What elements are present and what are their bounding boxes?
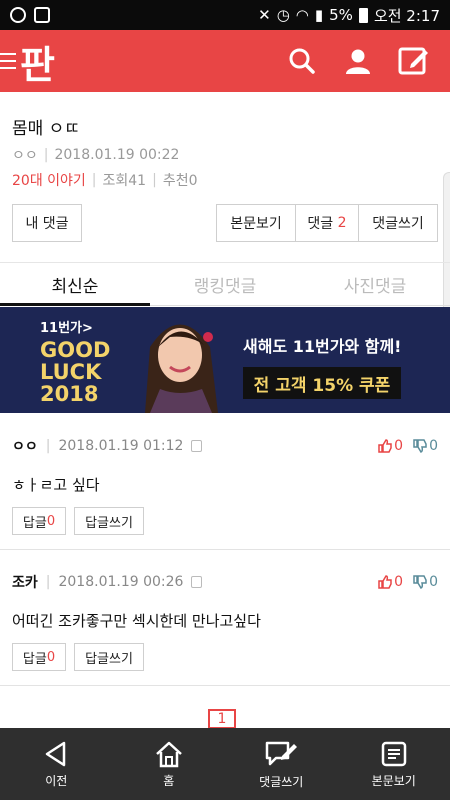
clock: 오전 2:17 <box>373 6 440 25</box>
comment-date: 2018.01.19 01:12 <box>58 438 184 454</box>
thumbs-up-icon <box>378 575 392 589</box>
comment-item: ㅇㅇ | 2018.01.19 01:12 0 0 ㅎㅏㄹ고 싶다 답글 0 답글… <box>0 414 450 550</box>
downvote-count: 0 <box>429 438 438 454</box>
wifi-icon: ◠ <box>295 6 309 24</box>
nav-back[interactable]: 이전 <box>0 728 113 800</box>
document-icon <box>381 741 406 766</box>
battery-icon <box>358 7 368 23</box>
profile-button[interactable] <box>330 30 386 92</box>
post-date: 2018.01.19 00:22 <box>54 147 180 163</box>
comment-text: ㅎㅏㄹ고 싶다 <box>12 476 100 494</box>
write-comment-button[interactable]: 댓글쓰기 <box>358 204 438 242</box>
comment-author[interactable]: ㅇㅇ <box>12 436 38 456</box>
logo[interactable]: 판 <box>20 34 55 89</box>
battery-percent: 5% <box>329 6 353 24</box>
banner-model-image <box>145 324 218 413</box>
action-buttons: 내 댓글 본문보기 댓글 2 댓글쓰기 <box>12 204 438 242</box>
reply-label: 답글 <box>22 651 47 667</box>
comments-count: 2 <box>337 215 347 231</box>
tab-ranking[interactable]: 랭킹댓글 <box>150 263 300 305</box>
downvote-button[interactable]: 0 <box>413 438 438 454</box>
comment-date: 2018.01.19 00:26 <box>58 574 184 590</box>
mute-icon: ✕ <box>258 6 271 24</box>
upvote-button[interactable]: 0 <box>378 438 403 454</box>
banner-coupon: 전 고객 15% 쿠폰 <box>243 367 401 399</box>
post-title: 몸매 ㅇㄸ <box>12 119 80 139</box>
post-author[interactable]: ㅇㅇ <box>12 145 38 165</box>
comment-author[interactable]: 조카 <box>12 572 38 592</box>
post-stats: 20대 이야기 | 조회41 | 추천0 <box>12 170 198 190</box>
my-comments-button[interactable]: 내 댓글 <box>12 204 82 242</box>
reply-button[interactable]: 답글 0 <box>12 643 66 671</box>
thumbs-up-icon <box>378 439 392 453</box>
sort-tabs: 최신순 랭킹댓글 사진댓글 <box>0 262 450 306</box>
post-category[interactable]: 20대 이야기 <box>12 170 86 190</box>
tab-photo[interactable]: 사진댓글 <box>300 263 450 305</box>
status-bar: ✕ ◷ ◠ ▮ 5% 오전 2:17 <box>0 0 450 30</box>
home-icon <box>155 741 182 767</box>
ad-banner[interactable]: 11번가> GOOD LUCK 2018 새해도 11번가와 함께! 전 고객 … <box>0 307 450 413</box>
nav-home[interactable]: 홈 <box>113 728 226 800</box>
lock-icon <box>191 576 203 588</box>
compose-icon <box>398 47 428 75</box>
upvote-button[interactable]: 0 <box>378 574 403 590</box>
upvote-count: 0 <box>394 438 404 454</box>
compose-button[interactable] <box>386 30 442 92</box>
comment-text: 어떠긴 조카좋구만 섹시한데 만나고싶다 <box>12 612 261 630</box>
downvote-button[interactable]: 0 <box>413 574 438 590</box>
comment-write-icon <box>266 741 298 765</box>
post-views: 조회41 <box>102 173 147 189</box>
banner-luck-line3: 2018 <box>40 382 99 406</box>
banner-copy: 새해도 11번가와 함께! <box>243 337 402 356</box>
comments-label: 댓글 <box>307 216 334 232</box>
screenshot-icon <box>34 7 50 23</box>
app-header: 판 <box>0 30 450 92</box>
nav-write-comment-label: 댓글쓰기 <box>259 774 304 789</box>
user-icon <box>346 49 370 74</box>
thumbs-down-icon <box>413 439 427 453</box>
view-post-button[interactable]: 본문보기 <box>216 204 296 242</box>
write-reply-button[interactable]: 답글쓰기 <box>74 507 144 535</box>
nav-view-post-label: 본문보기 <box>371 773 416 788</box>
back-icon <box>46 741 66 766</box>
bottom-nav: 이전 홈 댓글쓰기 본문보기 <box>0 728 450 800</box>
alarm-icon: ◷ <box>276 6 290 24</box>
banner-brand: 11번가> <box>40 321 93 336</box>
upvote-count: 0 <box>394 574 404 590</box>
banner-luck-line1: GOOD <box>40 338 111 362</box>
write-reply-button[interactable]: 답글쓰기 <box>74 643 144 671</box>
post-meta: ㅇㅇ | 2018.01.19 00:22 <box>12 145 180 165</box>
search-icon <box>289 48 315 74</box>
tab-latest[interactable]: 최신순 <box>0 263 150 306</box>
nav-write-comment[interactable]: 댓글쓰기 <box>225 728 338 800</box>
post-recommend: 추천0 <box>162 173 198 189</box>
nav-view-post[interactable]: 본문보기 <box>338 728 450 800</box>
banner-good-luck: GOOD LUCK 2018 <box>40 339 110 405</box>
app-notification-icon <box>10 7 26 23</box>
comment-item: 조카 | 2018.01.19 00:26 0 0 어떠긴 조카좋구만 섹시한데… <box>0 550 450 686</box>
reply-count: 0 <box>46 649 56 665</box>
banner-luck-line2: LUCK <box>40 360 102 384</box>
reply-button[interactable]: 답글 0 <box>12 507 66 535</box>
reply-label: 답글 <box>22 515 47 531</box>
menu-icon[interactable] <box>0 30 22 92</box>
comments-button[interactable]: 댓글 2 <box>295 204 359 242</box>
reply-count: 0 <box>46 513 56 529</box>
signal-icon: ▮ <box>314 6 324 24</box>
downvote-count: 0 <box>429 574 438 590</box>
post-header: 몸매 ㅇㄸ ㅇㅇ | 2018.01.19 00:22 20대 이야기 | 조회… <box>0 92 450 190</box>
nav-home-label: 홈 <box>163 773 175 788</box>
nav-back-label: 이전 <box>45 773 68 788</box>
lock-icon <box>191 440 203 452</box>
search-button[interactable] <box>274 30 330 92</box>
page-number-current[interactable]: 1 <box>208 709 236 729</box>
thumbs-down-icon <box>413 575 427 589</box>
